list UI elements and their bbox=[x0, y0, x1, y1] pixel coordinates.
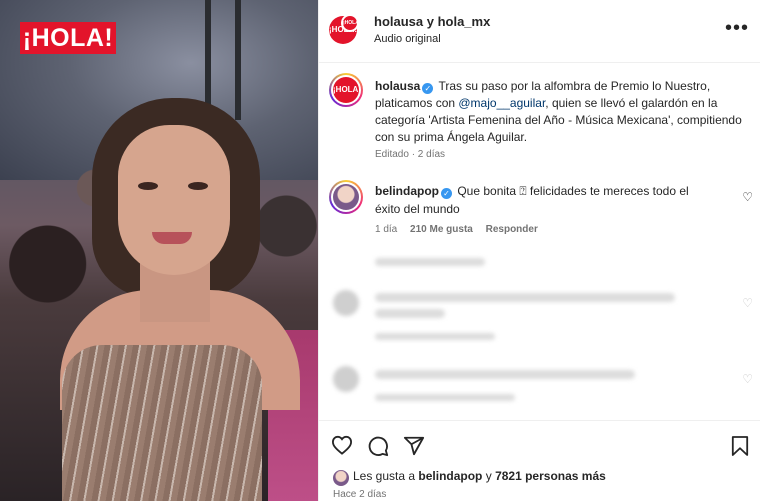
caption-mention[interactable]: @majo__aguilar bbox=[458, 96, 545, 110]
verified-badge-icon: ✓ bbox=[422, 83, 434, 94]
account-names[interactable]: holausa y hola_mx bbox=[374, 14, 490, 29]
blurred-view-replies[interactable] bbox=[375, 258, 485, 266]
caption-text: holausa ✓ Tras su paso por la alfombra de… bbox=[375, 78, 745, 146]
comment-time: 1 día bbox=[375, 224, 398, 235]
comment-username[interactable]: belindapop bbox=[375, 184, 439, 198]
liker-avatar[interactable] bbox=[333, 470, 349, 486]
hola-logo: ¡HOLA! bbox=[20, 22, 116, 54]
post-time[interactable]: Hace 2 días bbox=[333, 489, 386, 500]
secondary-account-avatar[interactable]: ¡HOLA! bbox=[341, 14, 359, 32]
post-header: ¡HOLA! ¡HOLA! holausa y hola_mx Audio or… bbox=[319, 0, 760, 63]
likes-prefix: Les gusta a bbox=[353, 469, 419, 483]
caption-meta: Editado · 2 días bbox=[375, 149, 446, 160]
avatar-label: ¡HOLA! bbox=[343, 20, 359, 26]
sparkly-dress bbox=[62, 345, 262, 501]
post-panel: ¡HOLA! ¡HOLA! holausa y hola_mx Audio or… bbox=[318, 0, 760, 501]
comment-likes[interactable]: 210 Me gusta bbox=[410, 224, 473, 235]
blurred-comment-meta bbox=[375, 333, 495, 340]
reply-button[interactable]: Responder bbox=[486, 224, 538, 235]
woman-smile bbox=[152, 232, 192, 244]
woman-eye bbox=[138, 182, 158, 190]
verified-badge-icon: ✓ bbox=[441, 188, 452, 199]
comment-icon[interactable] bbox=[367, 435, 389, 457]
action-bar bbox=[319, 420, 760, 461]
more-options-icon[interactable]: ••• bbox=[725, 18, 749, 38]
blurred-like-icon[interactable]: ♡ bbox=[742, 296, 753, 310]
blurred-like-icon[interactable]: ♡ bbox=[742, 372, 753, 386]
likes-mid: y bbox=[482, 469, 496, 483]
post-media[interactable]: ¡HOLA! bbox=[0, 0, 318, 501]
commenter-avatar[interactable] bbox=[333, 184, 359, 210]
comment-meta: 1 día 210 Me gusta Responder bbox=[375, 224, 548, 235]
woman-eye bbox=[188, 182, 208, 190]
likes-summary: Les gusta a belindapop y 7821 personas m… bbox=[353, 469, 606, 483]
audio-label[interactable]: Audio original bbox=[374, 33, 441, 45]
like-icon[interactable] bbox=[331, 435, 353, 455]
caption-username[interactable]: holausa bbox=[375, 79, 420, 93]
blurred-comment bbox=[375, 309, 445, 318]
blurred-avatar[interactable] bbox=[333, 366, 359, 392]
comment-like-icon[interactable]: ♡ bbox=[742, 190, 753, 204]
palm-tree bbox=[235, 0, 241, 120]
woman-face bbox=[118, 125, 230, 275]
blurred-comment-meta bbox=[375, 394, 515, 401]
share-icon[interactable] bbox=[403, 435, 425, 457]
save-icon[interactable] bbox=[731, 435, 749, 457]
blurred-avatar[interactable] bbox=[333, 290, 359, 316]
likes-user[interactable]: belindapop bbox=[418, 469, 482, 483]
caption-avatar[interactable]: ¡HOLA! bbox=[333, 77, 359, 103]
comment-text: belindapop ✓ Que bonita ⍰ felicidades te … bbox=[375, 182, 715, 218]
blurred-comment bbox=[375, 293, 675, 302]
likes-count[interactable]: 7821 personas más bbox=[495, 469, 606, 483]
blurred-comment bbox=[375, 370, 635, 379]
avatar-label: ¡HOLA! bbox=[333, 85, 359, 94]
